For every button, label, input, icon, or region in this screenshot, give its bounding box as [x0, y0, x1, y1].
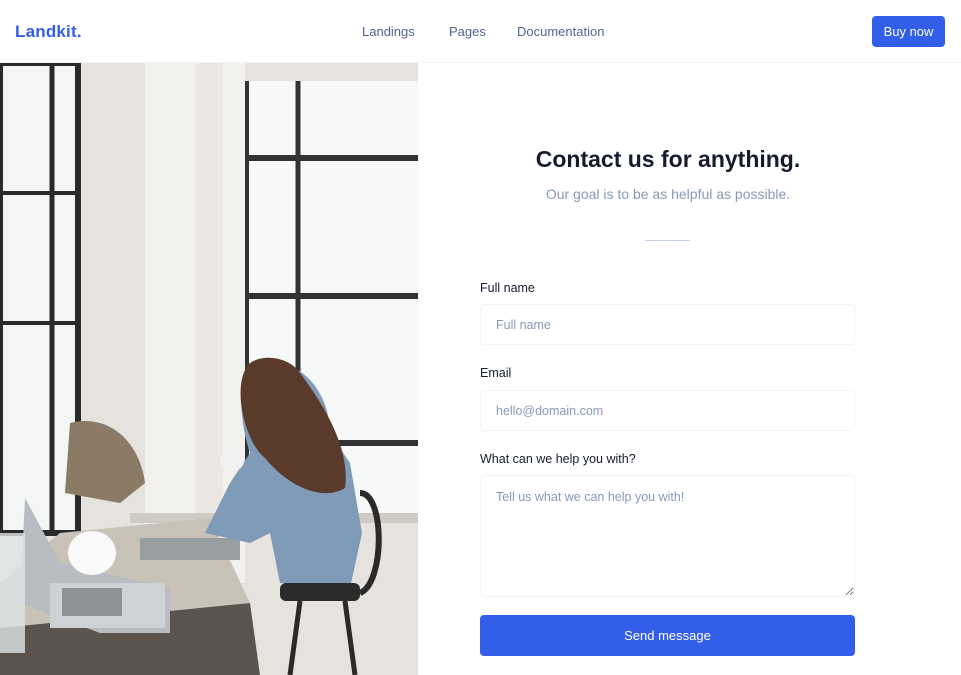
nav-link-landings[interactable]: Landings	[362, 24, 415, 39]
page-subtitle: Our goal is to be as helpful as possible…	[545, 186, 791, 202]
nav-link-pages[interactable]: Pages	[449, 24, 486, 39]
email-input[interactable]	[480, 390, 855, 431]
brand-logo[interactable]: Landkit.	[15, 22, 82, 42]
navbar: Landkit. Landings Pages Documentation Bu…	[0, 0, 961, 63]
page-title: Contact us for anything.	[535, 146, 801, 172]
hero-photo	[0, 63, 418, 675]
divider	[645, 240, 690, 241]
hero-photo-illustration	[0, 63, 418, 675]
message-label: What can we help you with?	[480, 452, 636, 466]
nav-link-documentation[interactable]: Documentation	[517, 24, 604, 39]
full-name-input[interactable]	[480, 304, 855, 345]
buy-now-button[interactable]: Buy now	[872, 16, 945, 47]
send-message-button[interactable]: Send message	[480, 615, 855, 656]
message-textarea[interactable]	[480, 475, 855, 597]
full-name-label: Full name	[480, 281, 535, 295]
email-label: Email	[480, 366, 512, 380]
